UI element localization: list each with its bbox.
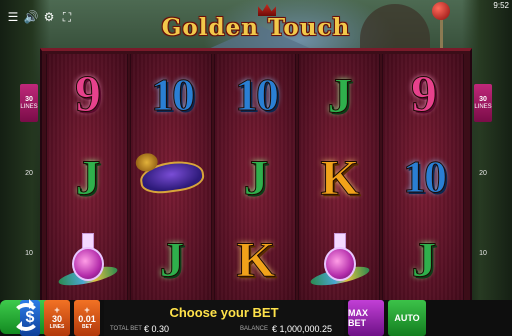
lines-label: LINES [49,323,65,330]
status-message: Choose your BET [169,305,279,320]
max-bet-label: MAX BET [348,308,368,328]
line-number-left-mid: 20 [25,170,33,177]
potion-symbol-icon [309,229,371,290]
symbol-k: K [320,149,360,205]
settings-gear-icon[interactable]: ⚙ [42,10,56,24]
symbol-cell [131,136,213,218]
line-marker-label: LINES [474,103,492,110]
symbol-cell: J [47,136,129,218]
lines-plus-button[interactable]: + [54,305,59,314]
top-bar: ☰ 🔊 ⚙ ⛶ 9:52 Golden Touch [0,0,512,41]
symbol-9: 9 [75,66,102,123]
symbol-cell: 10 [131,54,213,136]
symbol-cell [299,218,381,300]
symbol-cell: K [215,218,297,300]
symbol-cell: J [215,136,297,218]
line-number-right-bottom: 10 [479,250,487,257]
lines-value: 30 [51,313,62,324]
symbol-10: 10 [151,69,196,120]
bet-plus-button[interactable]: + [84,305,89,314]
symbol-j: J [327,67,353,123]
control-bar: $ + 30 LINES + 0.01 BET Choose your BET … [0,299,512,336]
line-marker-top-left[interactable]: 30 LINES [20,84,38,122]
fullscreen-icon[interactable]: ⛶ [60,10,74,24]
lines-indicator-right: 30 LINES 20 10 [474,56,492,296]
mask-symbol-icon [138,157,206,197]
balance-value: € 1,000,000.25 [272,324,333,334]
reel-5: 9 10 J [382,54,464,302]
potion-symbol-icon [57,229,119,290]
symbol-cell: 10 [383,136,465,218]
symbol-j: J [75,149,101,205]
symbol-cell: J [131,218,213,300]
symbol-10: 10 [403,151,448,202]
symbol-cell: J [299,54,381,136]
symbol-10: 10 [235,69,280,120]
status-clock: 9:52 [493,1,509,10]
symbol-k: K [236,231,276,287]
line-number-right-mid: 20 [479,170,487,177]
symbol-j: J [159,231,185,287]
reel-area: 9 J 10 J 10 J K J K 9 10 J [40,48,472,302]
symbol-cell [47,218,129,300]
sound-icon[interactable]: 🔊 [24,10,39,24]
bet-value: 0.01 [78,313,96,324]
game-logo: Golden Touch [161,14,351,41]
line-marker-value: 30 [479,95,487,103]
line-marker-top-right[interactable]: 30 LINES [474,84,492,122]
symbol-cell: 9 [383,54,465,136]
auto-label: AUTO [394,313,420,323]
bet-stepper[interactable]: + 0.01 BET [74,300,100,336]
spin-arrows-icon [12,299,40,331]
reel-2: 10 J [130,54,212,302]
lines-indicator-left: 30 LINES 20 10 [20,56,38,296]
symbol-cell: K [299,136,381,218]
auto-button[interactable]: AUTO [388,300,426,336]
bet-label: BET [82,323,92,330]
menu-icon[interactable]: ☰ [6,10,20,24]
symbol-j: J [243,149,269,205]
max-bet-button[interactable]: MAX BET [348,300,384,336]
symbol-cell: 9 [47,54,129,136]
total-bet-value: € 0.30 [144,324,170,334]
symbol-cell: J [383,218,465,300]
info-panel: Choose your BET TOTAL BET € 0.30 BALANCE… [104,300,344,336]
symbol-9: 9 [411,66,438,123]
reel-3: 10 J K [214,54,296,302]
reel-4: J K [298,54,380,302]
balance-label: BALANCE [240,326,269,332]
total-bet-label: TOTAL BET [110,326,142,332]
line-marker-label: LINES [20,103,38,110]
symbol-cell: 10 [215,54,297,136]
reel-1: 9 J [46,54,128,302]
line-number-left-bottom: 10 [25,250,33,257]
lines-stepper[interactable]: + 30 LINES [44,300,70,336]
line-marker-value: 30 [25,95,33,103]
symbol-j: J [411,231,437,287]
